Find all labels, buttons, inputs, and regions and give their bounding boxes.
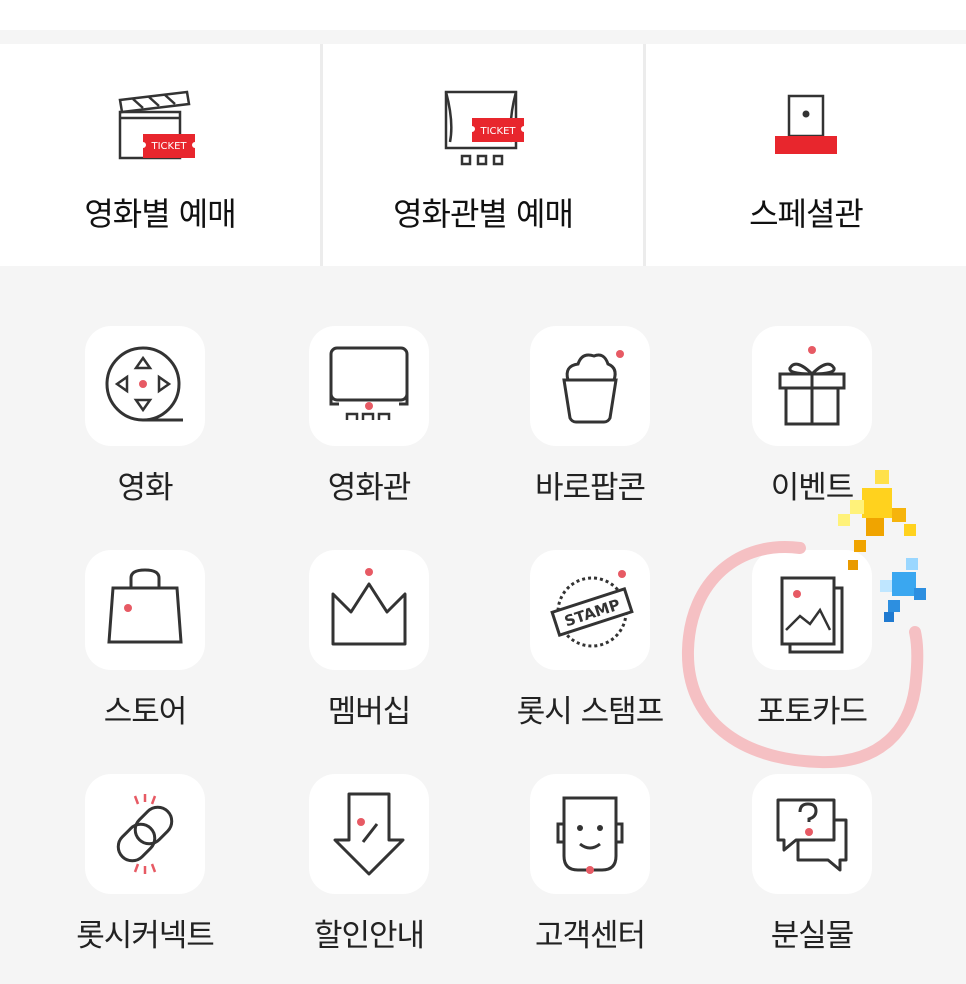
menu-stamp[interactable]: STAMP 롯시 스탬프 xyxy=(478,506,702,730)
link-icon xyxy=(116,794,174,874)
menu-popcorn[interactable]: 바로팝콘 xyxy=(478,282,702,506)
service-menu-grid: 영화 영화관 바로팝콘 이벤트 스토어 멤버십 STAMP 롯시 스탬프 포토카… xyxy=(0,282,966,984)
stamp-icon: STAMP xyxy=(550,570,634,648)
menu-theater[interactable]: 영화관 xyxy=(257,282,481,506)
special-theater-label: 스페셜관 xyxy=(749,195,864,233)
menu-membership[interactable]: 멤버십 xyxy=(257,506,481,730)
screen-icon xyxy=(329,346,409,420)
menu-customer-center[interactable]: 고객센터 xyxy=(478,730,702,954)
booking-by-movie-label: 영화별 예매 xyxy=(84,195,236,233)
gift-icon xyxy=(778,346,846,426)
svg-text:TICKET: TICKET xyxy=(479,126,516,137)
speech-bubble-question-icon xyxy=(776,798,848,872)
svg-text:TICKET: TICKET xyxy=(150,141,187,152)
film-reel-icon xyxy=(105,346,183,422)
booking-by-movie[interactable]: TICKET 영화별 예매 xyxy=(0,44,323,266)
menu-movie[interactable]: 영화 xyxy=(33,282,257,506)
special-seat-icon xyxy=(775,94,837,154)
menu-photocard[interactable]: 포토카드 xyxy=(700,506,924,730)
menu-store[interactable]: 스토어 xyxy=(33,506,257,730)
menu-lost-and-found[interactable]: 분실물 xyxy=(700,730,924,954)
booking-by-theater-label: 영화관별 예매 xyxy=(393,195,574,233)
headset-face-icon xyxy=(556,796,624,874)
menu-event[interactable]: 이벤트 xyxy=(700,282,924,506)
popcorn-icon xyxy=(562,350,624,424)
menu-connect[interactable]: 롯시커넥트 xyxy=(33,730,257,954)
photo-card-icon xyxy=(780,576,844,654)
film-clapper-ticket-icon: TICKET xyxy=(118,90,195,160)
discount-arrow-icon xyxy=(333,792,405,876)
booking-menu: TICKET 영화별 예매 TICKET 영화관별 예매 스페셜관 xyxy=(0,44,966,266)
menu-discount[interactable]: 할인안내 xyxy=(257,730,481,954)
special-theater[interactable]: 스페셜관 xyxy=(646,44,966,266)
booking-by-theater[interactable]: TICKET 영화관별 예매 xyxy=(323,44,646,266)
top-strip xyxy=(0,0,966,30)
theater-ticket-icon: TICKET xyxy=(444,90,524,166)
crown-icon xyxy=(331,568,407,646)
shopping-bag-icon xyxy=(107,568,183,644)
